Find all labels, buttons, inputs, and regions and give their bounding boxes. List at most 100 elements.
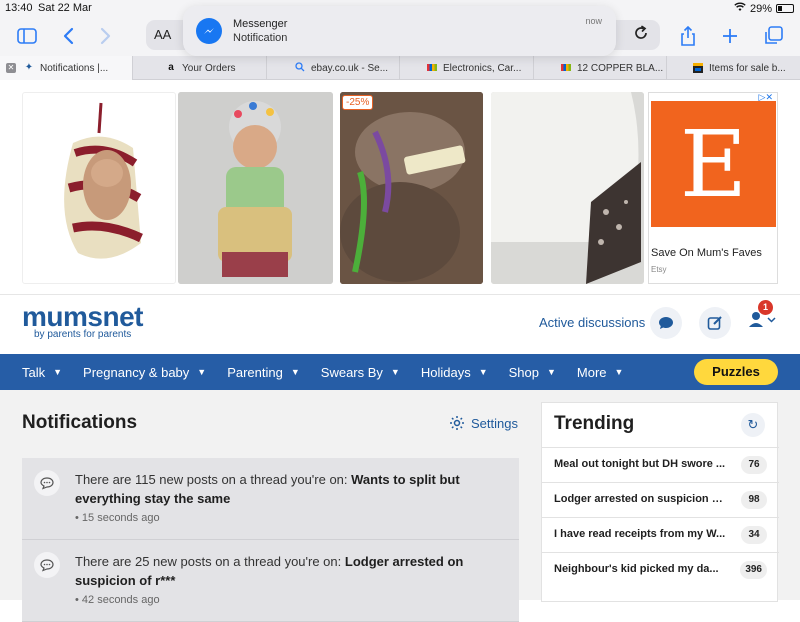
discussions-button[interactable] bbox=[650, 307, 682, 339]
chevron-down-icon: ▼ bbox=[614, 367, 624, 377]
amazon-favicon-icon: a bbox=[168, 62, 174, 73]
banner-app-name: Messenger bbox=[233, 18, 288, 30]
chevron-down-icon: ▼ bbox=[547, 367, 556, 377]
banner-body: Notification bbox=[233, 32, 288, 44]
tab-notifications[interactable]: ✕ ✦ Notifications |... bbox=[0, 56, 133, 80]
compose-button[interactable] bbox=[699, 307, 731, 339]
logo-tagline: by parents for parents bbox=[34, 329, 132, 340]
notification-count-badge: 1 bbox=[758, 300, 773, 315]
messenger-notification-banner[interactable]: Messenger Notification now bbox=[183, 6, 616, 56]
ad-image-knitted-hanging[interactable] bbox=[22, 92, 176, 284]
puzzles-button[interactable]: Puzzles bbox=[694, 359, 778, 385]
battery-icon bbox=[776, 4, 794, 13]
nav-shop[interactable]: Shop ▼ bbox=[509, 365, 556, 380]
site-header: mumsnet by parents for parents Active di… bbox=[0, 294, 800, 354]
nav-label: Shop bbox=[508, 364, 539, 380]
nav-label: Swears By bbox=[320, 364, 383, 380]
etsy-logo: E bbox=[651, 101, 776, 227]
main-nav: Talk ▼ Pregnancy & baby ▼ Parenting ▼ Swear… bbox=[0, 354, 800, 390]
notification-time: • 42 seconds ago bbox=[75, 594, 160, 606]
nav-swears-by[interactable]: Swears By ▼ bbox=[321, 365, 400, 380]
ad-caption: Save On Mum's Faves bbox=[651, 247, 762, 259]
close-tab-icon[interactable]: ✕ bbox=[6, 63, 16, 73]
ad-etsy[interactable]: ▷✕ E Save On Mum's Faves Etsy bbox=[648, 92, 778, 284]
status-indicators: 29% bbox=[734, 2, 794, 15]
tab-ebay-search[interactable]: ebay.co.uk - Se... bbox=[267, 56, 400, 80]
wifi-icon bbox=[734, 2, 746, 15]
chevron-down-icon: ▼ bbox=[290, 367, 300, 377]
messenger-icon bbox=[196, 18, 222, 44]
tab-label: Electronics, Car... bbox=[443, 62, 522, 74]
trending-item[interactable]: Meal out tonight but DH swore ... 76 bbox=[542, 447, 779, 482]
trending-item[interactable]: I have read receipts from my W... 34 bbox=[542, 517, 779, 552]
notification-item[interactable]: There are 25 new posts on a thread you'r… bbox=[22, 540, 519, 622]
tab-your-orders[interactable]: a Your Orders bbox=[133, 56, 267, 80]
chevron-down-icon: ▼ bbox=[478, 367, 488, 377]
search-favicon-icon bbox=[294, 62, 306, 74]
nav-label: Holidays bbox=[420, 364, 471, 380]
ad-image-yarn-bundle[interactable]: -25% bbox=[340, 92, 483, 284]
nav-more[interactable]: More ▼ bbox=[577, 365, 624, 380]
page-title: Notifications bbox=[22, 412, 138, 433]
refresh-icon[interactable]: ↻ bbox=[741, 413, 765, 437]
trending-item-count: 98 bbox=[741, 491, 767, 509]
notification-item[interactable]: There are 115 new posts on a thread you'… bbox=[22, 458, 519, 540]
trending-item-count: 76 bbox=[741, 456, 767, 474]
trending-item-title: Lodger arrested on suspicion o... bbox=[554, 493, 726, 505]
active-discussions-link[interactable]: Active discussions bbox=[539, 315, 645, 330]
notification-list: There are 115 new posts on a thread you'… bbox=[22, 458, 519, 622]
chevron-down-icon: ▼ bbox=[390, 367, 400, 377]
trending-item-count: 396 bbox=[740, 561, 767, 579]
ebay-favicon-icon bbox=[426, 62, 438, 74]
tab-copper[interactable]: 12 COPPER BLA... bbox=[534, 56, 667, 80]
trending-panel: Trending ↻ Meal out tonight but DH swore… bbox=[541, 402, 779, 602]
ad-image-knitted-fabric[interactable] bbox=[491, 92, 644, 284]
trending-item-title: Meal out tonight but DH swore ... bbox=[554, 458, 726, 470]
ad-banner[interactable]: -25% ▷✕ E Save On Mum's Faves Etsy bbox=[22, 90, 778, 284]
shop-favicon-icon bbox=[692, 62, 704, 74]
chevron-down-icon: ▼ bbox=[197, 367, 207, 377]
nav-label: Parenting bbox=[227, 364, 283, 380]
ebay-favicon-icon bbox=[560, 62, 572, 74]
gear-icon bbox=[450, 416, 464, 430]
ad-brand: Etsy bbox=[651, 265, 667, 274]
tab-items-for-sale[interactable]: Items for sale b... bbox=[667, 56, 800, 80]
nav-pregnancy-baby[interactable]: Pregnancy & baby ▼ bbox=[83, 365, 206, 380]
nav-parenting[interactable]: Parenting ▼ bbox=[227, 365, 300, 380]
settings-label: Settings bbox=[471, 415, 518, 431]
share-icon[interactable] bbox=[674, 22, 702, 50]
trending-item-title: Neighbour's kid picked my da... bbox=[554, 563, 719, 575]
tab-label: ebay.co.uk - Se... bbox=[311, 62, 389, 74]
notification-prefix: There are 115 new posts on a thread you'… bbox=[75, 472, 352, 487]
new-tab-icon[interactable] bbox=[716, 22, 744, 50]
tab-label: Notifications |... bbox=[40, 62, 109, 74]
notification-prefix: There are 25 new posts on a thread you'r… bbox=[75, 554, 345, 569]
main-content: Notifications Settings There are 115 new… bbox=[0, 390, 800, 622]
ad-image-knitted-doll[interactable] bbox=[178, 92, 333, 284]
mumsnet-favicon-icon: ✦ bbox=[24, 62, 34, 73]
reload-icon[interactable] bbox=[632, 24, 650, 47]
trending-item-count: 34 bbox=[741, 526, 767, 544]
tab-bar: ✕ ✦ Notifications |... a Your Orders eba… bbox=[0, 56, 800, 80]
comment-icon bbox=[34, 470, 60, 496]
reader-options-button[interactable]: AA bbox=[154, 27, 171, 42]
discount-badge: -25% bbox=[342, 95, 374, 110]
nav-talk[interactable]: Talk ▼ bbox=[22, 365, 62, 380]
back-icon[interactable] bbox=[54, 22, 82, 50]
tab-label: Items for sale b... bbox=[709, 62, 786, 74]
forward-icon[interactable] bbox=[92, 22, 120, 50]
tab-label: Your Orders bbox=[182, 62, 236, 74]
tab-electronics[interactable]: Electronics, Car... bbox=[400, 56, 534, 80]
notification-text: There are 115 new posts on a thread you'… bbox=[75, 470, 495, 508]
notification-text: There are 25 new posts on a thread you'r… bbox=[75, 552, 495, 590]
tab-label: 12 COPPER BLA... bbox=[577, 62, 664, 74]
notification-time: • 15 seconds ago bbox=[75, 512, 160, 524]
tabs-overview-icon[interactable] bbox=[759, 22, 787, 50]
settings-link[interactable]: Settings bbox=[449, 415, 518, 431]
trending-item[interactable]: Lodger arrested on suspicion o... 98 bbox=[542, 482, 779, 517]
nav-holidays[interactable]: Holidays ▼ bbox=[421, 365, 488, 380]
trending-item-title: I have read receipts from my W... bbox=[554, 528, 726, 540]
trending-item[interactable]: Neighbour's kid picked my da... 396 bbox=[542, 552, 779, 587]
sidebar-icon[interactable] bbox=[13, 22, 41, 50]
nav-label: Pregnancy & baby bbox=[83, 364, 190, 380]
